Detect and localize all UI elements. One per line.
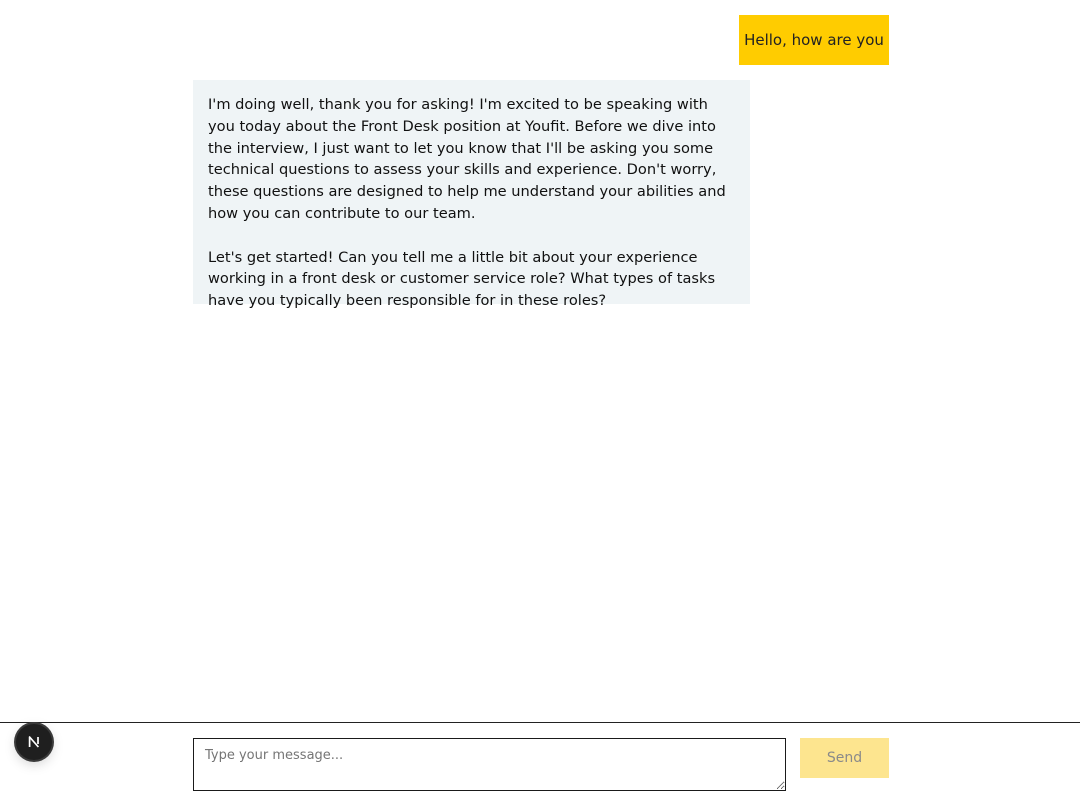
send-button[interactable]: Send xyxy=(800,738,889,778)
assistant-message: I'm doing well, thank you for asking! I'… xyxy=(193,80,750,309)
message-composer: Send xyxy=(0,722,1080,805)
chat-page: Hello, how are you I'm doing well, thank… xyxy=(0,0,1080,805)
nextjs-logo-icon xyxy=(26,734,42,750)
user-message-text: Hello, how are you xyxy=(744,31,884,49)
message-input[interactable] xyxy=(193,738,786,791)
assistant-message-paragraph: I'm doing well, thank you for asking! I'… xyxy=(208,96,726,222)
user-message: Hello, how are you xyxy=(739,15,889,65)
message-list: Hello, how are you I'm doing well, thank… xyxy=(0,0,1080,722)
nextjs-dev-badge[interactable] xyxy=(16,724,52,760)
assistant-message-paragraph: Let's get started! Can you tell me a lit… xyxy=(208,248,716,310)
